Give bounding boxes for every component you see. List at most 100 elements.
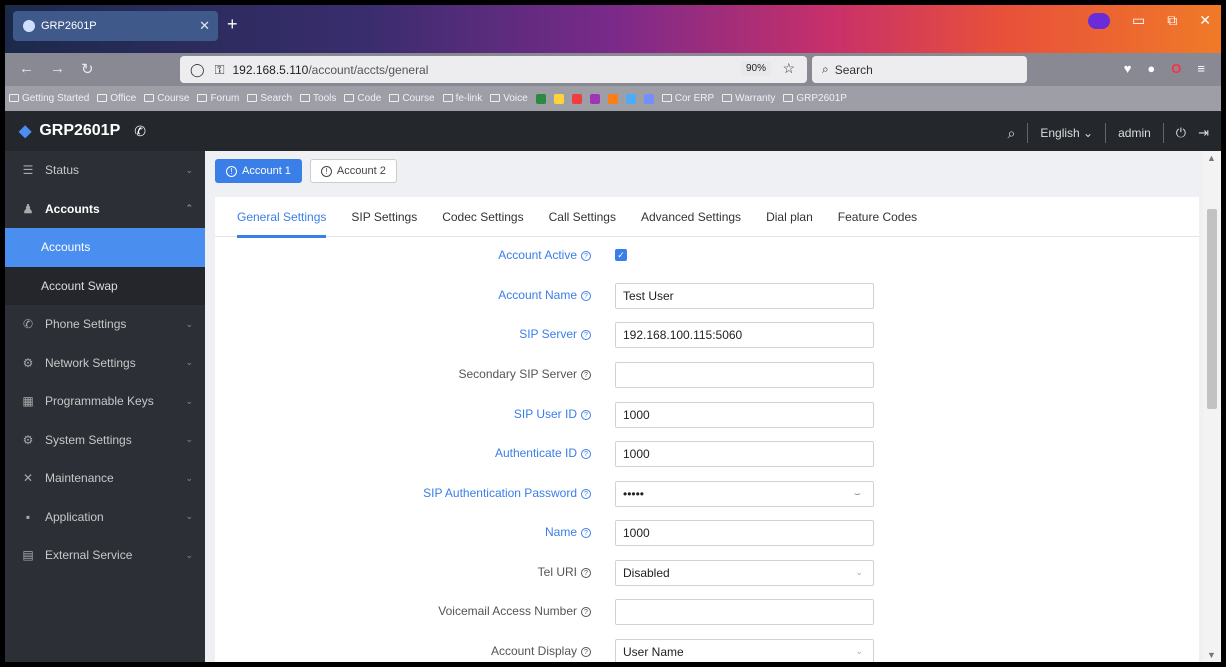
sidebar-item-maintenance[interactable]: ✕ Maintenance ⌄ [5,459,205,498]
sidebar-item-network-settings[interactable]: ⚙ Network Settings ⌄ [5,344,205,383]
bookmark-favicon-icon[interactable] [571,93,582,104]
bookmark-item[interactable]: fe-link [442,93,482,104]
user-menu[interactable]: admin [1118,126,1151,140]
bookmark-favicon-icon[interactable] [589,93,600,104]
forward-icon[interactable]: → [50,60,65,78]
field-label: SIP User ID? [514,407,591,421]
folder-icon [490,94,501,103]
close-window-icon[interactable]: ✕ [1199,12,1211,29]
sidebar-item-label: System Settings [45,432,132,447]
row-name: Name? 1000 [215,520,1199,546]
bookmarks-bar: Getting Started Office Course Forum Search To… [5,86,1221,111]
bookmark-item[interactable]: Course [389,93,435,104]
profile-icon[interactable]: ● [1147,61,1155,76]
sidebar-item-programmable-keys[interactable]: ▦ Programmable Keys ⌄ [5,382,205,421]
restore-icon[interactable]: ⧉ [1167,12,1177,29]
sidebar-item-application[interactable]: ▪ Application ⌄ [5,498,205,537]
tab-call-settings[interactable]: Call Settings [549,197,616,237]
help-icon: ? [581,369,591,380]
sidebar-item-status[interactable]: ☰ Status ⌄ [5,151,205,190]
field-label: SIP Authentication Password? [423,486,591,500]
bookmark-item[interactable]: Tools [300,93,336,104]
power-icon[interactable]: ⏻ [1176,125,1186,141]
language-select[interactable]: English ⌄ [1040,126,1093,140]
menu-icon[interactable]: ≡ [1197,61,1205,76]
sip-user-id-input[interactable]: 1000 [615,402,874,428]
bookmark-item[interactable]: Cor ERP [661,93,714,104]
tab-account-2[interactable]: ! Account 2 [309,159,397,183]
sidebar-item-accounts[interactable]: Accounts [5,228,205,267]
sidebar-item-phone-settings[interactable]: ✆ Phone Settings ⌄ [5,305,205,344]
browser-tab[interactable]: GRP2601P ✕ [13,11,218,41]
tab-general-settings[interactable]: General Settings [237,197,327,238]
bookmark-favicon-icon[interactable] [643,93,654,104]
bookmark-item[interactable]: Search [247,93,292,104]
list-icon: ☰ [22,163,34,178]
sidebar-item-label: Application [45,509,104,524]
scroll-up-icon[interactable]: ▲ [1207,153,1216,163]
shield-icon[interactable]: ◯ [190,62,205,78]
bookmark-star-icon[interactable]: ☆ [782,60,795,77]
secondary-sip-server-input[interactable] [615,362,874,388]
pocket-icon[interactable]: ♥ [1124,61,1132,76]
bookmark-item[interactable]: Office [97,93,136,104]
bookmark-item[interactable]: Voice [490,93,528,104]
sip-auth-password-input[interactable]: ••••• ⌣ [615,481,874,507]
tab-dial-plan[interactable]: Dial plan [766,197,813,237]
bookmark-item[interactable]: Warranty [722,93,775,104]
opera-icon[interactable]: O [1171,61,1181,76]
hide-password-icon[interactable]: ⌣ [854,488,861,501]
bookmark-favicon-icon[interactable] [625,93,636,104]
account-name-input[interactable]: Test User [615,283,874,309]
search-input[interactable]: ⌕ Search [812,56,1027,83]
bookmark-item[interactable]: Forum [197,93,239,104]
phone-handset-icon: ✆ [134,122,146,139]
back-icon[interactable]: ← [19,60,34,78]
chevron-down-icon: ⌄ [185,472,193,483]
tab-advanced-settings[interactable]: Advanced Settings [641,197,741,237]
voicemail-access-number-input[interactable] [615,599,874,625]
sidebar-item-system-settings[interactable]: ⚙ System Settings ⌄ [5,421,205,460]
bookmark-item[interactable]: Code [344,93,381,104]
tab-codec-settings[interactable]: Codec Settings [442,197,523,237]
bookmark-favicon-icon[interactable] [607,93,618,104]
tab-feature-codes[interactable]: Feature Codes [838,197,917,237]
account-display-select[interactable]: User Name ⌄ [615,639,874,662]
sidebar-item-external-service[interactable]: ▤ External Service ⌄ [5,536,205,575]
bookmark-favicon-icon[interactable] [535,93,546,104]
close-tab-icon[interactable]: ✕ [199,18,210,34]
extension-icon[interactable] [1088,12,1111,29]
search-icon[interactable]: ⌕ [1008,125,1016,142]
row-sip-server: SIP Server? 192.168.100.115:5060 [215,322,1199,348]
sidebar-item-account-swap[interactable]: Account Swap [5,266,205,305]
new-tab-icon[interactable]: + [227,14,238,35]
scroll-down-icon[interactable]: ▼ [1207,650,1216,660]
sidebar-item-accounts[interactable]: ♟ Accounts ⌃ [5,190,205,229]
tab-sip-settings[interactable]: SIP Settings [351,197,417,237]
help-icon: ? [581,488,591,499]
page-scrollbar[interactable]: ▲ ▼ [1203,151,1221,662]
authenticate-id-input[interactable]: 1000 [615,441,874,467]
sip-server-input[interactable]: 192.168.100.115:5060 [615,322,874,348]
lock-icon[interactable]: ⚿ [215,62,225,78]
url-bar[interactable]: ◯ ⚿ 192.168.5.110/account/accts/general … [180,56,807,83]
tel-uri-select[interactable]: Disabled ⌄ [615,560,874,586]
zoom-level[interactable]: 90% [740,61,771,76]
name-input[interactable]: 1000 [615,520,874,546]
reload-icon[interactable]: ↻ [81,60,94,78]
bookmark-item[interactable]: GRP2601P [783,93,847,104]
bookmark-item[interactable]: Course [144,93,189,104]
bookmark-item[interactable]: Getting Started [9,93,89,104]
tab-account-1[interactable]: ! Account 1 [215,159,302,183]
logout-icon[interactable]: ⇥ [1198,125,1209,141]
search-icon: ⌕ [822,62,829,76]
folder-icon [300,94,311,103]
minimize-icon[interactable]: ▭ [1132,12,1145,29]
navigation-bar: ← → ↻ ◯ ⚿ 192.168.5.110/account/accts/ge… [5,53,1221,86]
folder-icon [389,94,400,103]
scrollbar-thumb[interactable] [1207,209,1217,409]
account-active-checkbox[interactable]: ✓ [615,249,627,261]
bookmark-favicon-icon[interactable] [553,93,564,104]
window-controls: ▭ ⧉ ✕ [1088,12,1211,29]
field-label: Tel URI? [538,565,591,579]
